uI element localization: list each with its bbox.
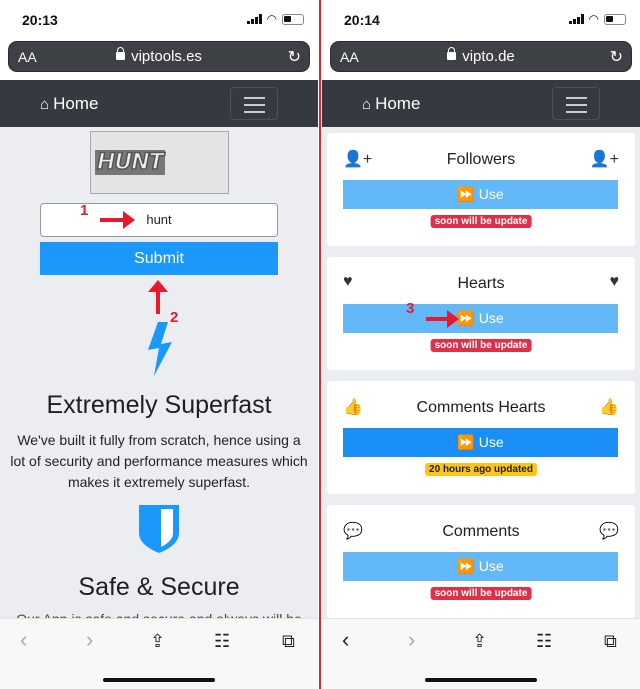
service-card: ♥ Hearts ♥ ⏩ Use soon will be update <box>327 257 635 370</box>
annotation-arrow-right <box>426 310 459 328</box>
navbar: ⌂ Home <box>322 80 640 127</box>
annotation-step-3: 3 <box>406 300 415 317</box>
feature-title-secure: Safe & Secure <box>78 573 240 601</box>
status-badge: soon will be update <box>430 587 532 600</box>
card-title: Hearts <box>457 275 505 292</box>
forward-icon[interactable]: › <box>408 627 415 653</box>
reload-icon[interactable]: ↻ <box>288 47 301 67</box>
tabs-icon[interactable]: ⧉ <box>604 631 617 652</box>
home-link[interactable]: ⌂ Home <box>40 94 98 114</box>
lightning-icon <box>148 322 172 376</box>
home-indicator <box>103 678 215 682</box>
use-label: Use <box>478 434 504 450</box>
fast-forward-icon: ⏩ <box>457 186 475 202</box>
url-text: vipto.de <box>462 48 515 65</box>
lock-icon <box>447 47 457 60</box>
forward-icon[interactable]: › <box>86 627 93 653</box>
service-card: 👤+ Followers 👤+ ⏩ Use soon will be updat… <box>327 133 635 246</box>
battery-icon <box>604 13 626 25</box>
battery-icon <box>282 13 304 25</box>
signal-icon <box>246 14 262 24</box>
card-title: Comments Hearts <box>416 399 546 416</box>
status-badge: soon will be update <box>430 215 532 228</box>
home-indicator <box>425 678 537 682</box>
use-button[interactable]: ⏩ Use <box>343 428 618 457</box>
captcha-image: HUNT <box>90 131 229 194</box>
thumbs-up-icon: 👍 <box>599 399 619 416</box>
address-bar[interactable]: AA viptools.es ↻ <box>8 41 310 72</box>
service-card: 👍 Comments Hearts 👍 ⏩ Use 20 hours ago u… <box>327 381 635 494</box>
card-title: Comments <box>442 523 520 540</box>
fast-forward-icon: ⏩ <box>457 434 475 450</box>
annotation-step-1: 1 <box>80 202 89 219</box>
status-time: 20:14 <box>344 12 380 28</box>
home-icon: ⌂ <box>362 95 372 113</box>
status-time: 20:13 <box>22 12 58 28</box>
browser-toolbar: ‹ › ⇪ ☷ ⧉ <box>322 618 640 689</box>
feature-title-superfast: Extremely Superfast <box>46 391 272 419</box>
use-button[interactable]: ⏩ Use <box>343 552 618 581</box>
wifi-icon: ◠ <box>588 12 599 26</box>
use-label: Use <box>478 186 504 202</box>
use-label: Use <box>478 310 504 326</box>
bookmarks-icon[interactable]: ☷ <box>214 631 230 652</box>
use-button[interactable]: ⏩ Use <box>343 304 618 333</box>
heart-icon: ♥ <box>609 273 620 290</box>
captcha-input[interactable]: hunt <box>40 203 278 237</box>
services-list: 👤+ Followers 👤+ ⏩ Use soon will be updat… <box>322 127 640 618</box>
navbar: ⌂ Home <box>0 80 318 127</box>
status-icons: ◠ <box>246 12 304 26</box>
back-icon[interactable]: ‹ <box>342 627 349 653</box>
home-label: Home <box>375 94 421 113</box>
annotation-arrow-right <box>100 211 135 229</box>
tabs-icon[interactable]: ⧉ <box>282 631 295 652</box>
shield-icon <box>139 505 179 553</box>
submit-button[interactable]: Submit <box>40 242 278 275</box>
share-icon[interactable]: ⇪ <box>472 631 487 652</box>
captcha-text: HUNT <box>95 149 165 176</box>
menu-toggle-button[interactable] <box>230 87 278 120</box>
home-icon: ⌂ <box>40 95 50 113</box>
use-label: Use <box>478 558 504 574</box>
left-phone-screen: 20:13 ◠ AA viptools.es ↻ ⌂ Home HUNT hunt… <box>0 0 318 689</box>
status-badge: soon will be update <box>430 339 532 352</box>
bookmarks-icon[interactable]: ☷ <box>536 631 552 652</box>
status-icons: ◠ <box>568 12 626 26</box>
comment-icon: 💬 <box>599 523 619 540</box>
main-content: HUNT hunt 1 Submit 2 Extremely Superfast… <box>0 127 318 627</box>
annotation-arrow-up <box>148 280 168 314</box>
user-plus-icon: 👤+ <box>589 151 619 168</box>
signal-icon <box>568 14 584 24</box>
wifi-icon: ◠ <box>266 12 277 26</box>
menu-toggle-button[interactable] <box>552 87 600 120</box>
share-icon[interactable]: ⇪ <box>150 631 165 652</box>
fast-forward-icon: ⏩ <box>457 310 475 326</box>
back-icon[interactable]: ‹ <box>20 627 27 653</box>
lock-icon <box>116 47 126 60</box>
address-bar[interactable]: AA vipto.de ↻ <box>330 41 632 72</box>
reload-icon[interactable]: ↻ <box>610 47 623 67</box>
use-button[interactable]: ⏩ Use <box>343 180 618 209</box>
home-label: Home <box>53 94 99 113</box>
service-card: 💬 Comments 💬 ⏩ Use soon will be update <box>327 505 635 618</box>
right-phone-screen: 20:14 ◠ AA vipto.de ↻ ⌂ Home 👤+ Followers… <box>322 0 640 689</box>
fast-forward-icon: ⏩ <box>457 558 475 574</box>
feature-text-superfast: We've built it fully from scratch, hence… <box>10 432 308 490</box>
browser-toolbar: ‹ › ⇪ ☷ ⧉ <box>0 618 318 689</box>
url-text: viptools.es <box>131 48 202 65</box>
status-badge: 20 hours ago updated <box>425 463 537 476</box>
home-link[interactable]: ⌂ Home <box>362 94 420 114</box>
